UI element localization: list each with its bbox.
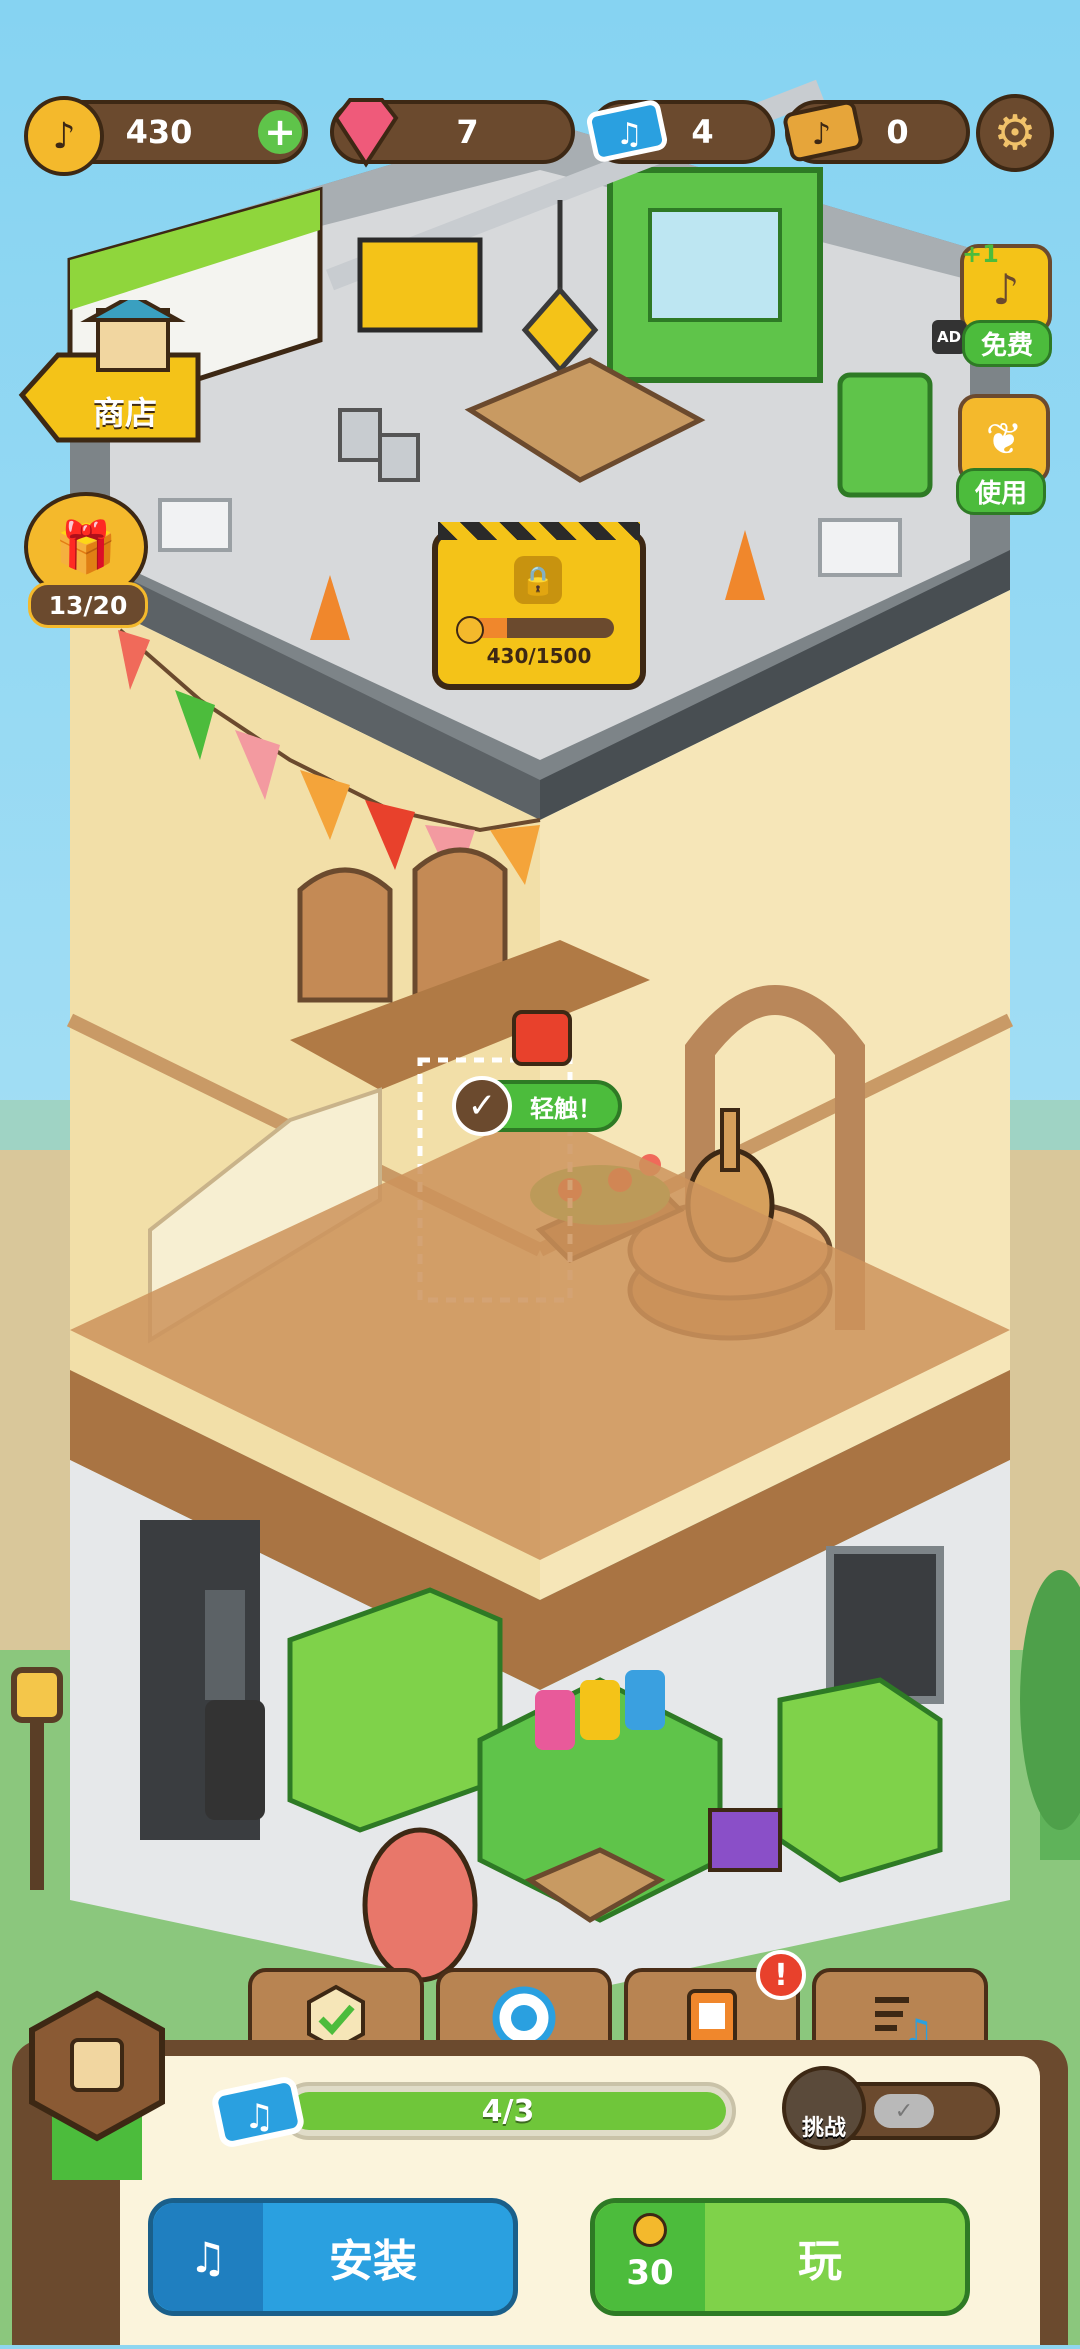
tap-hint-label: 轻触！ xyxy=(530,1094,602,1123)
install-button[interactable]: ♫ 安装 xyxy=(148,2198,518,2316)
golden-ticket-count: 0 xyxy=(886,113,909,151)
gear-icon: ⚙ xyxy=(993,105,1037,161)
svg-text:♫: ♫ xyxy=(244,2097,274,2137)
free-badge: +1 xyxy=(962,240,999,268)
ad-icon: AD xyxy=(932,320,966,354)
unlock-progress-bar xyxy=(464,618,614,638)
coin-icon xyxy=(633,2213,667,2247)
play-button[interactable]: 30 玩 xyxy=(590,2198,970,2316)
free-ticket-button[interactable]: ♪ +1 AD 免费 xyxy=(932,240,1062,370)
free-label: 免费 xyxy=(962,320,1053,367)
music-ticket-icon: ♫ xyxy=(212,2077,304,2147)
caution-stripe xyxy=(438,522,640,540)
svg-text:♪: ♪ xyxy=(812,117,831,152)
music-ticket-icon: ♫ xyxy=(586,100,668,162)
play-cost-area: 30 xyxy=(595,2203,705,2311)
install-label: 安装 xyxy=(329,2236,417,2287)
music-ticket-icon: ♫ xyxy=(153,2203,263,2311)
gift-box-icon xyxy=(512,1010,572,1066)
coin-count: 430 xyxy=(125,113,193,151)
shop-label: 商店 xyxy=(93,394,158,432)
play-cost: 30 xyxy=(626,2253,674,2293)
ticket-count: 4 xyxy=(691,113,714,151)
golden-ticket-icon: ♪ xyxy=(783,100,863,162)
settings-button[interactable]: ⚙ xyxy=(976,94,1054,172)
alert-icon: ! xyxy=(756,1950,806,2000)
use-label: 使用 xyxy=(956,468,1047,515)
lock-icon: 🔒 xyxy=(514,556,562,604)
key-progress: 13/20 xyxy=(28,582,148,628)
locked-floor-sign[interactable]: 🔒 430/1500 xyxy=(432,522,646,690)
hammer-icon xyxy=(60,2040,110,2090)
toggle-knob-check-icon: ✓ xyxy=(874,2094,934,2128)
ticket-progress-text: 4/3 xyxy=(481,2093,535,2129)
gem-count: 7 xyxy=(456,113,479,151)
add-coins-icon[interactable]: + xyxy=(258,110,302,154)
shop-button[interactable]: 商店 xyxy=(18,300,203,445)
checkmark-icon: ✓ xyxy=(452,1076,512,1136)
play-label: 玩 xyxy=(798,2236,842,2287)
svg-text:♫: ♫ xyxy=(616,117,643,152)
gem-icon xyxy=(333,98,399,168)
use-boost-button[interactable]: ❦ 使用 xyxy=(952,392,1062,516)
key-chest-button[interactable]: 🎁 13/20 xyxy=(22,492,152,632)
coin-icon: ♪ xyxy=(24,96,104,176)
build-tool-button[interactable] xyxy=(22,1990,172,2190)
coin-icon xyxy=(456,616,484,644)
unlock-progress-text: 430/1500 xyxy=(486,644,592,668)
challenge-label: 挑战 xyxy=(801,2116,846,2141)
